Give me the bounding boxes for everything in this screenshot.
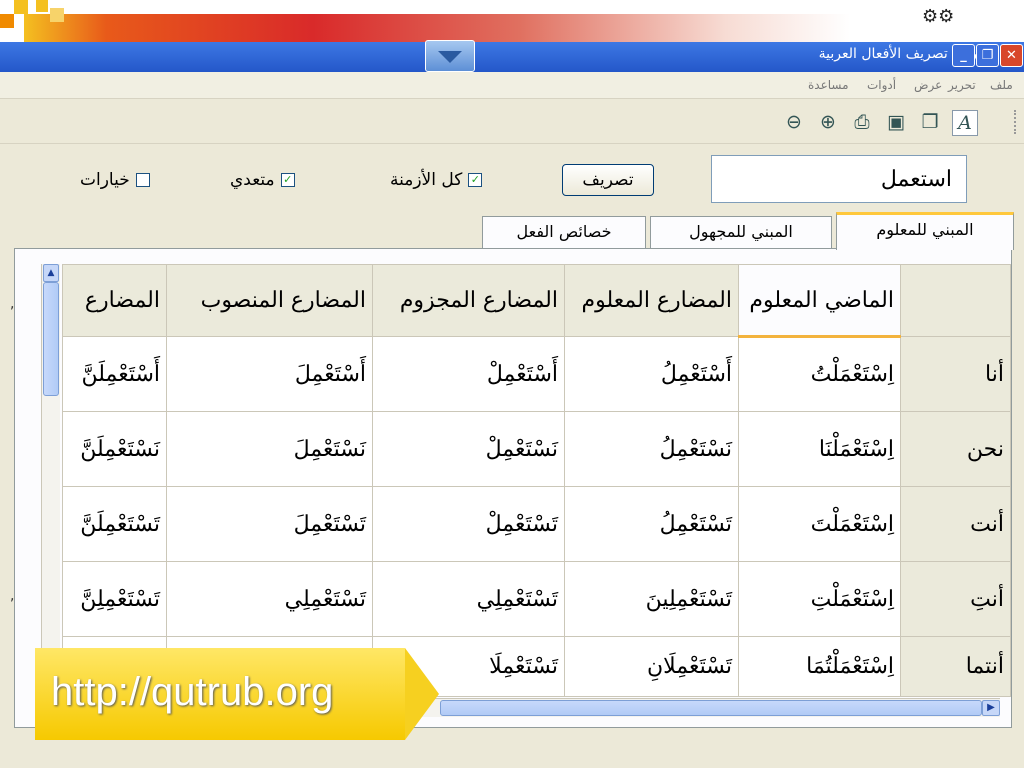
table-row[interactable]: أنتِ اِسْتَعْمَلْتِ تَسْتَعْمِلِينَ تَسْ… (62, 561, 1011, 637)
pronoun-cell: أنتِ (900, 561, 1011, 637)
chevron-down-icon (438, 51, 462, 63)
menu-edit[interactable]: تحرير (948, 78, 976, 92)
font-icon[interactable]: A (952, 110, 978, 136)
menu-bar: ملف تحرير عرض أدوات مساعدة (0, 72, 1024, 99)
table-cell[interactable]: نَسْتَعْمِلُ (564, 411, 739, 487)
column-header[interactable]: المضارع (62, 264, 167, 337)
menu-file[interactable]: ملف (990, 78, 1013, 92)
column-header[interactable]: المضارع المجزوم (372, 264, 565, 337)
minimize-button[interactable]: _ (952, 44, 975, 67)
option-all-tenses[interactable]: ✓ كل الأزمنة (390, 170, 483, 190)
menu-view[interactable]: عرض (914, 78, 942, 92)
scroll-right-icon[interactable]: ▶ (982, 700, 1000, 716)
slide-header-decoration: ⚙⚙ (0, 0, 1024, 42)
column-header[interactable]: الماضي المعلوم (738, 264, 901, 338)
corner-logo-icon: ⚙⚙ (922, 6, 955, 27)
copy-icon[interactable]: ❐ (918, 110, 942, 134)
pronoun-cell: أنتما (900, 636, 1011, 697)
tab-active-voice[interactable]: المبني للمعلوم (836, 212, 1014, 250)
conjugation-table: الماضي المعلوم المضارع المعلوم المضارع ا… (62, 264, 1011, 697)
zoom-in-icon[interactable]: ⊕ (816, 110, 840, 134)
table-cell[interactable]: تَسْتَعْمِلَنَّ (62, 486, 167, 562)
table-cell[interactable]: تَسْتَعْمِلِنَّ (62, 561, 167, 637)
table-cell[interactable]: اِسْتَعْمَلْنَا (738, 411, 901, 487)
table-cell[interactable]: تَسْتَعْمِلْ (372, 486, 565, 562)
pronoun-cell: أنا (900, 336, 1011, 412)
table-cell[interactable]: أَسْتَعْمِلُ (564, 336, 739, 412)
tab-passive-voice[interactable]: المبني للمجهول (650, 216, 832, 248)
banner-arrow (405, 648, 439, 740)
checkbox-checked[interactable]: ✓ (280, 173, 295, 187)
table-cell[interactable]: أَسْتَعْمِلَ (166, 336, 373, 412)
option-label: كل الأزمنة (390, 170, 463, 190)
table-row[interactable]: أنا اِسْتَعْمَلْتُ أَسْتَعْمِلُ أَسْتَعْ… (62, 336, 1011, 412)
save-icon[interactable]: ▣ (884, 110, 908, 134)
menu-tools[interactable]: أدوات (867, 78, 896, 92)
table-cell[interactable]: تَسْتَعْمِلَ (166, 486, 373, 562)
maximize-button[interactable]: ❐ (976, 44, 999, 67)
column-header[interactable]: المضارع المنصوب (166, 264, 373, 337)
pronoun-cell: نحن (900, 411, 1011, 487)
table-cell[interactable]: تَسْتَعْمِلُ (564, 486, 739, 562)
conjugate-button[interactable]: تصريف (562, 164, 654, 196)
zoom-out-icon[interactable]: ⊖ (782, 110, 806, 134)
tick-mark: , (10, 296, 15, 312)
checkbox-checked[interactable]: ✓ (468, 173, 483, 187)
checkbox-unchecked[interactable] (135, 173, 150, 187)
table-row[interactable]: نحن اِسْتَعْمَلْنَا نَسْتَعْمِلُ نَسْتَع… (62, 411, 1011, 487)
verb-input[interactable] (711, 155, 967, 203)
table-cell[interactable]: اِسْتَعْمَلْتُمَا (738, 636, 901, 697)
url-banner: http://qutrub.org (35, 648, 439, 740)
table-cell[interactable]: نَسْتَعْمِلْ (372, 411, 565, 487)
menu-help[interactable]: مساعدة (808, 78, 849, 92)
option-options[interactable]: خيارات (80, 170, 150, 190)
table-cell[interactable]: أَسْتَعْمِلْ (372, 336, 565, 412)
table-cell[interactable]: نَسْتَعْمِلَ (166, 411, 373, 487)
title-dropdown-button[interactable] (425, 40, 475, 72)
scroll-up-icon[interactable]: ▲ (43, 264, 59, 282)
tick-mark: , (10, 588, 15, 604)
table-cell[interactable]: تَسْتَعْمِلِي (166, 561, 373, 637)
toolbar-grip[interactable] (1014, 110, 1018, 134)
window-title-bar[interactable]: ق قطرب: تصريف الأفعال العربية (0, 42, 1024, 72)
tab-verb-properties[interactable]: خصائص الفعل (482, 216, 646, 248)
vertical-scroll-thumb[interactable] (43, 282, 59, 396)
table-cell[interactable]: تَسْتَعْمِلِي (372, 561, 565, 637)
column-header[interactable]: المضارع المعلوم (564, 264, 739, 337)
orange-square (0, 14, 14, 28)
option-label: خيارات (80, 170, 130, 190)
gradient-bar (24, 14, 850, 42)
table-cell[interactable]: اِسْتَعْمَلْتِ (738, 561, 901, 637)
print-icon[interactable]: ⎙ (850, 110, 874, 134)
yellow-square (14, 0, 28, 14)
light-yellow-square (50, 8, 64, 22)
close-button[interactable]: ✕ (1000, 44, 1023, 67)
corner-cell (900, 264, 1011, 337)
table-header-row: الماضي المعلوم المضارع المعلوم المضارع ا… (62, 264, 1011, 338)
table-cell[interactable]: أَسْتَعْمِلَنَّ (62, 336, 167, 412)
table-row[interactable]: أنت اِسْتَعْمَلْتَ تَسْتَعْمِلُ تَسْتَعْ… (62, 486, 1011, 562)
pronoun-cell: أنت (900, 486, 1011, 562)
banner-url[interactable]: http://qutrub.org (51, 670, 333, 715)
table-cell[interactable]: اِسْتَعْمَلْتُ (738, 336, 901, 412)
table-cell[interactable]: اِسْتَعْمَلْتَ (738, 486, 901, 562)
yellow-square (36, 0, 48, 12)
horizontal-scroll-thumb[interactable] (440, 700, 982, 716)
option-transitive[interactable]: ✓ متعدي (230, 170, 295, 190)
table-cell[interactable]: تَسْتَعْمِلَانِ (564, 636, 739, 697)
table-cell[interactable]: تَسْتَعْمِلِينَ (564, 561, 739, 637)
table-cell[interactable]: نَسْتَعْمِلَنَّ (62, 411, 167, 487)
option-label: متعدي (230, 170, 275, 190)
